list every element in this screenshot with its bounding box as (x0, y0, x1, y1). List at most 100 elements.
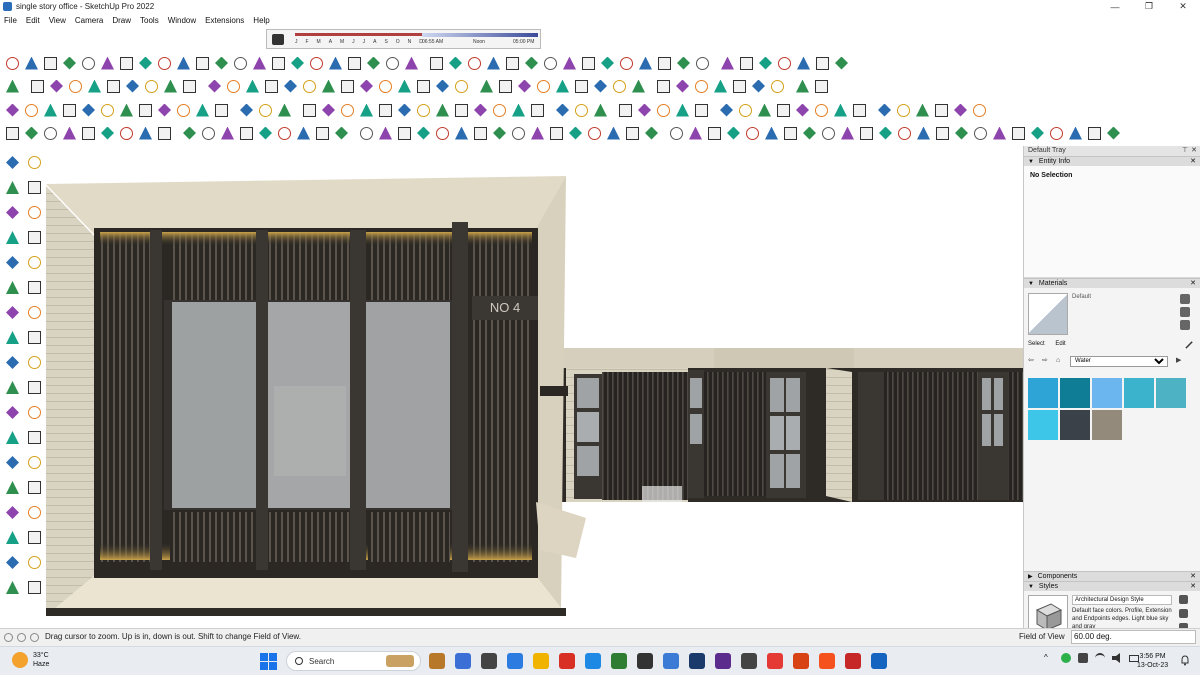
home-icon[interactable]: ⌂ (1056, 356, 1066, 366)
pinned-app-icon[interactable] (663, 653, 679, 669)
toolbar-tool-icon[interactable] (719, 55, 736, 72)
menu-view[interactable]: View (49, 16, 66, 25)
toolbar-tool-icon[interactable] (915, 125, 932, 142)
toolbar-tool-icon[interactable] (434, 125, 451, 142)
toolbar-tool-icon[interactable] (694, 55, 711, 72)
toolbar-tool-icon[interactable] (656, 55, 673, 72)
toolbar-tool-icon[interactable] (4, 579, 22, 597)
update-style-icon[interactable] (1179, 609, 1188, 618)
toolbar-tool-icon[interactable] (434, 102, 451, 119)
toolbar-tool-icon[interactable] (23, 125, 40, 142)
toolbar-tool-icon[interactable] (320, 78, 337, 95)
toolbar-tool-icon[interactable] (156, 125, 173, 142)
month-slider-track[interactable] (295, 33, 423, 36)
toolbar-tool-icon[interactable] (580, 55, 597, 72)
pinned-app-icon[interactable] (507, 653, 523, 669)
toolbar-tool-icon[interactable] (877, 125, 894, 142)
toolbar-tool-icon[interactable] (605, 125, 622, 142)
toolbar-tool-icon[interactable] (26, 479, 44, 497)
toolbar-tool-icon[interactable] (194, 102, 211, 119)
toolbar-tool-icon[interactable] (554, 102, 571, 119)
toolbar-tool-icon[interactable] (301, 102, 318, 119)
toolbar-tool-icon[interactable] (434, 78, 451, 95)
toolbar-tool-icon[interactable] (731, 78, 748, 95)
toolbar-tool-icon[interactable] (573, 102, 590, 119)
toolbar-tool-icon[interactable] (26, 554, 44, 572)
style-name-field[interactable]: Architectural Design Style (1072, 595, 1172, 605)
toolbar-tool-icon[interactable] (953, 125, 970, 142)
model-viewport[interactable]: NO 4 (46, 146, 1023, 628)
toolbar-tool-icon[interactable] (858, 125, 875, 142)
toolbar-tool-icon[interactable] (99, 102, 116, 119)
toolbar-tool-icon[interactable] (377, 125, 394, 142)
toolbar-tool-icon[interactable] (396, 78, 413, 95)
toolbar-tool-icon[interactable] (29, 78, 46, 95)
toolbar-tool-icon[interactable] (1048, 125, 1065, 142)
tray-app-icon[interactable] (1078, 653, 1088, 663)
pinned-app-icon[interactable] (455, 653, 471, 669)
toolbar-tool-icon[interactable] (276, 125, 293, 142)
toolbar-tool-icon[interactable] (611, 78, 628, 95)
toolbar-tool-icon[interactable] (80, 125, 97, 142)
toolbar-tool-icon[interactable] (26, 179, 44, 197)
toolbar-tool-icon[interactable] (687, 125, 704, 142)
toolbar-tool-icon[interactable] (339, 102, 356, 119)
toolbar-tool-icon[interactable] (478, 78, 495, 95)
toolbar-tool-icon[interactable] (839, 125, 856, 142)
toolbar-tool-icon[interactable] (238, 125, 255, 142)
toolbar-tool-icon[interactable] (592, 102, 609, 119)
toolbar-tool-icon[interactable] (472, 125, 489, 142)
toolbar-tool-icon[interactable] (4, 479, 22, 497)
weather-widget[interactable]: 33°C Haze (12, 651, 49, 669)
tray-app-icon[interactable] (1061, 653, 1071, 663)
toolbar-tool-icon[interactable] (415, 125, 432, 142)
tray-close-icon[interactable]: ✕ (1191, 146, 1197, 156)
toolbar-tool-icon[interactable] (655, 102, 672, 119)
material-swatch[interactable] (1028, 410, 1058, 440)
toolbar-tool-icon[interactable] (466, 55, 483, 72)
toolbar-tool-icon[interactable] (756, 102, 773, 119)
create-material-icon[interactable] (1180, 307, 1190, 317)
toolbar-tool-icon[interactable] (592, 78, 609, 95)
toolbar-tool-icon[interactable] (896, 125, 913, 142)
material-swatch[interactable] (1124, 378, 1154, 408)
toolbar-tool-icon[interactable] (554, 78, 571, 95)
toolbar-tool-icon[interactable] (270, 55, 287, 72)
toolbar-tool-icon[interactable] (42, 55, 59, 72)
toolbar-tool-icon[interactable] (693, 78, 710, 95)
toolbar-tool-icon[interactable] (782, 125, 799, 142)
toolbar-tool-icon[interactable] (794, 102, 811, 119)
toolbar-tool-icon[interactable] (718, 102, 735, 119)
toolbar-tool-icon[interactable] (26, 304, 44, 322)
toolbar-tool-icon[interactable] (67, 78, 84, 95)
menu-draw[interactable]: Draw (112, 16, 131, 25)
toolbar-tool-icon[interactable] (776, 55, 793, 72)
menu-edit[interactable]: Edit (26, 16, 40, 25)
toolbar-tool-icon[interactable] (26, 404, 44, 422)
toolbar-tool-icon[interactable] (472, 102, 489, 119)
pin-icon[interactable]: ⊤ (1182, 146, 1188, 156)
toolbar-tool-icon[interactable] (276, 102, 293, 119)
toolbar-tool-icon[interactable] (675, 55, 692, 72)
toolbar-tool-icon[interactable] (320, 102, 337, 119)
toolbar-tool-icon[interactable] (26, 579, 44, 597)
toolbar-tool-icon[interactable] (934, 125, 951, 142)
material-swatch[interactable] (1092, 378, 1122, 408)
toolbar-tool-icon[interactable] (4, 204, 22, 222)
toolbar-tool-icon[interactable] (26, 379, 44, 397)
toolbar-tool-icon[interactable] (529, 102, 546, 119)
toolbar-tool-icon[interactable] (232, 55, 249, 72)
toolbar-tool-icon[interactable] (295, 125, 312, 142)
toolbar-tool-icon[interactable] (42, 125, 59, 142)
toolbar-tool-icon[interactable] (26, 354, 44, 372)
materials-header[interactable]: ▼ Materials ✕ (1024, 278, 1200, 288)
menu-window[interactable]: Window (168, 16, 196, 25)
toolbar-tool-icon[interactable] (4, 529, 22, 547)
pinned-app-icon[interactable] (585, 653, 601, 669)
toolbar-tool-icon[interactable] (750, 78, 767, 95)
toolbar-tool-icon[interactable] (4, 554, 22, 572)
toolbar-tool-icon[interactable] (4, 329, 22, 347)
pinned-app-icon[interactable] (819, 653, 835, 669)
toolbar-tool-icon[interactable] (137, 55, 154, 72)
toolbar-tool-icon[interactable] (4, 304, 22, 322)
